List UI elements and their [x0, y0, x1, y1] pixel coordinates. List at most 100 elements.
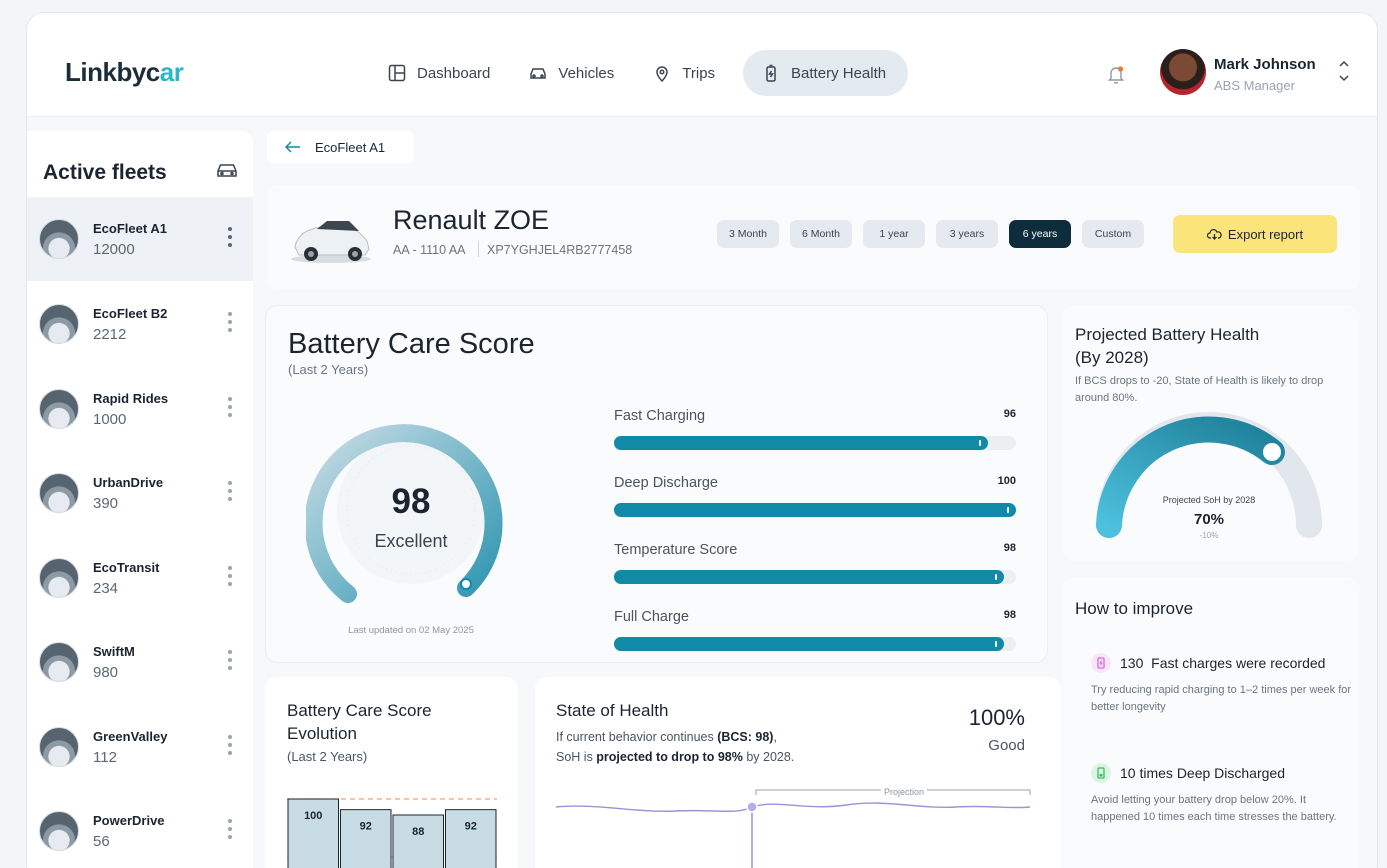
period-3-month[interactable]: 3 Month: [717, 220, 779, 248]
user-role: ABS Manager: [1214, 78, 1295, 93]
metric-value: 96: [1003, 408, 1016, 420]
metric-temperature-score: Temperature Score 98: [614, 542, 1016, 592]
evolution-bar: [392, 814, 444, 868]
vehicle-vin: XP7YGHJEL4RB2777458: [487, 243, 633, 257]
projected-battery-health-card: Projected Battery Health (By 2028) If BCS…: [1062, 305, 1359, 561]
progress-track: [614, 503, 1016, 517]
metric-value: 98: [1003, 542, 1016, 554]
fleet-count: 12000: [93, 241, 135, 258]
export-report-button[interactable]: Export report: [1173, 215, 1337, 253]
more-icon[interactable]: [227, 481, 233, 503]
avatar[interactable]: [1160, 49, 1206, 95]
fleet-name: SwiftM: [93, 644, 135, 659]
battery-care-score-card: Battery Care Score (Last 2 Years) 98 Exc…: [265, 305, 1048, 663]
fleet-count: 1000: [93, 411, 127, 428]
fleet-item[interactable]: Rapid Rides 1000: [27, 367, 253, 451]
export-label: Export report: [1227, 226, 1304, 242]
projection-label: Projection: [881, 787, 928, 797]
fleet-count: 112: [93, 749, 117, 766]
more-icon[interactable]: [227, 397, 233, 419]
fleet-name: GreenValley: [93, 729, 168, 744]
fleet-sidebar: Active fleets EcoFleet A1 12000 EcoFleet…: [27, 131, 253, 868]
nav-trips[interactable]: Trips: [642, 50, 733, 96]
progress-track: [614, 570, 1016, 584]
period-6-month[interactable]: 6 Month: [790, 220, 852, 248]
card-title: State of Health: [556, 701, 669, 720]
evolution-bar-label: 92: [360, 821, 372, 833]
fleet-item[interactable]: SwiftM 980: [27, 620, 253, 704]
fleet-item[interactable]: EcoFleet B2 2212: [27, 282, 253, 366]
battery-icon: [766, 64, 776, 82]
fleet-count: 56: [93, 833, 110, 850]
state-of-health-card: State of Health If current behavior cont…: [535, 677, 1061, 868]
nav-battery-health-label: Battery Health: [791, 64, 887, 82]
more-icon[interactable]: [227, 735, 233, 757]
fleet-thumbnail: [39, 473, 79, 513]
tip-headline: 10 times Deep Discharged: [1120, 765, 1285, 781]
card-description: If current behavior continues (BCS: 98),…: [556, 730, 795, 764]
period-custom[interactable]: Custom: [1082, 220, 1144, 248]
vehicle-plate: AA - 1110 AA: [393, 243, 466, 257]
fleet-item[interactable]: GreenValley 112: [27, 705, 253, 789]
card-title: Projected Battery Health (By 2028): [1075, 325, 1260, 367]
main-nav: Dashboard Vehicles Trips Battery Health: [377, 50, 909, 96]
logo[interactable]: Linkbycar: [65, 57, 184, 88]
nav-dashboard[interactable]: Dashboard: [377, 50, 508, 96]
progress-fill: [614, 637, 1004, 651]
fleet-count: 390: [93, 495, 119, 512]
map-pin-icon: [656, 66, 669, 83]
metric-name: Fast Charging: [614, 408, 706, 424]
score-label: Excellent: [374, 531, 448, 551]
fleet-item[interactable]: EcoTransit 234: [27, 536, 253, 620]
evolution-bar-label: 88: [412, 826, 424, 838]
evolution-bar-label: 100: [304, 810, 322, 822]
app-window: Linkbycar Dashboard Vehicles Trips Batte…: [26, 12, 1378, 868]
cloud-download-icon: [1206, 229, 1222, 240]
evolution-bar: [340, 809, 392, 868]
metric-fast-charging: Fast Charging 96: [614, 408, 1016, 458]
gauge-label: Projected SoH by 2028: [1162, 495, 1256, 505]
fleet-item[interactable]: PowerDrive 56: [27, 789, 253, 868]
period-3-years[interactable]: 3 years: [936, 220, 998, 248]
nav-vehicles[interactable]: Vehicles: [518, 50, 632, 96]
period-1-year[interactable]: 1 year: [863, 220, 925, 248]
fleet-count: 234: [93, 580, 119, 597]
soh-line-chart: [556, 789, 1031, 868]
car-icon[interactable]: [216, 161, 238, 179]
more-icon[interactable]: [227, 650, 233, 672]
gauge-change: -10%: [1199, 531, 1219, 540]
tip-body: Try reducing rapid charging to 1–2 times…: [1091, 684, 1352, 713]
sidebar-title: Active fleets: [43, 161, 167, 184]
arrow-left-icon[interactable]: [285, 141, 301, 153]
chevron-updown-icon[interactable]: [1337, 58, 1351, 84]
fleet-thumbnail: [39, 811, 79, 851]
divider: [478, 241, 479, 257]
battery-charging-icon: [1091, 653, 1111, 673]
card-subtitle: (Last 2 Years): [287, 749, 368, 764]
progress-track: [614, 436, 1016, 450]
layout-icon: [388, 64, 406, 82]
fleet-thumbnail: [39, 727, 79, 767]
fleet-item[interactable]: UrbanDrive 390: [27, 451, 253, 535]
metric-name: Deep Discharge: [614, 475, 718, 491]
user-name: Mark Johnson: [1214, 56, 1316, 73]
battery-low-icon: [1091, 763, 1111, 783]
fleet-name: EcoTransit: [93, 560, 160, 575]
more-icon[interactable]: [227, 819, 233, 841]
progress-fill: [614, 503, 1016, 517]
breadcrumb[interactable]: EcoFleet A1: [267, 131, 414, 163]
fleet-count: 2212: [93, 326, 127, 343]
bell-icon[interactable]: [1105, 63, 1127, 85]
top-navigation: Linkbycar Dashboard Vehicles Trips Batte…: [27, 13, 1377, 117]
more-icon[interactable]: [227, 566, 233, 588]
period-6-years[interactable]: 6 years: [1009, 220, 1071, 248]
nav-battery-health[interactable]: Battery Health: [743, 50, 909, 96]
gauge-value: 70%: [1193, 511, 1225, 528]
nav-vehicles-label: Vehicles: [558, 64, 615, 82]
fleet-item[interactable]: EcoFleet A1 12000: [27, 197, 253, 281]
more-icon[interactable]: [227, 227, 233, 249]
more-icon[interactable]: [227, 312, 233, 334]
evolution-bar: [445, 809, 497, 868]
metric-value: 100: [997, 475, 1016, 487]
progress-track: [614, 637, 1016, 651]
